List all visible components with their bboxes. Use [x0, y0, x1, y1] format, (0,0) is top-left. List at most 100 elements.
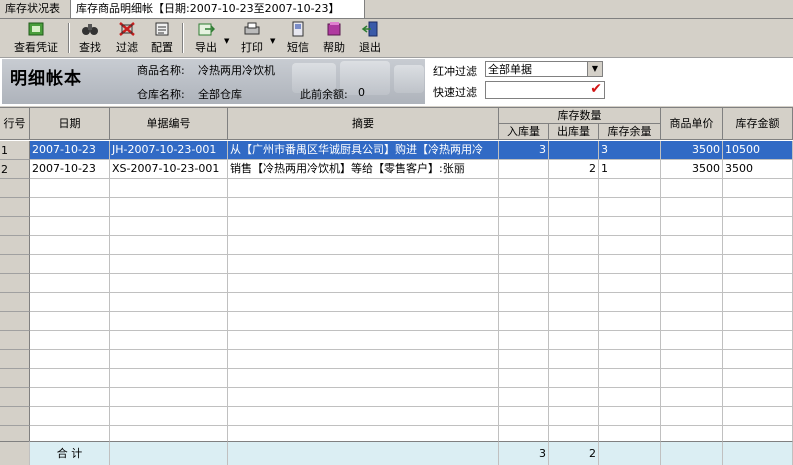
empty-cell[interactable] [30, 407, 110, 426]
empty-cell[interactable] [661, 179, 723, 198]
empty-cell[interactable] [228, 388, 499, 407]
empty-cell[interactable] [723, 236, 793, 255]
empty-cell[interactable] [723, 255, 793, 274]
empty-cell[interactable] [499, 369, 549, 388]
table-cell-in[interactable] [499, 160, 549, 179]
empty-cell[interactable] [110, 274, 228, 293]
column-header-summary[interactable]: 摘要 [228, 108, 499, 140]
empty-cell[interactable] [723, 274, 793, 293]
empty-cell[interactable] [599, 293, 661, 312]
empty-cell[interactable] [30, 369, 110, 388]
empty-cell[interactable] [599, 255, 661, 274]
table-cell-remain[interactable]: 3 [599, 141, 661, 160]
empty-cell[interactable] [723, 350, 793, 369]
sms-button[interactable]: 短信 [284, 21, 312, 55]
table-cell-date[interactable]: 2007-10-23 [30, 141, 110, 160]
row-header[interactable] [0, 331, 30, 350]
empty-cell[interactable] [549, 255, 599, 274]
chevron-down-icon[interactable]: ▼ [587, 62, 602, 76]
row-header[interactable] [0, 255, 30, 274]
empty-cell[interactable] [723, 369, 793, 388]
empty-cell[interactable] [228, 255, 499, 274]
empty-cell[interactable] [661, 407, 723, 426]
empty-cell[interactable] [228, 331, 499, 350]
empty-cell[interactable] [723, 217, 793, 236]
empty-cell[interactable] [499, 179, 549, 198]
empty-cell[interactable] [110, 179, 228, 198]
empty-cell[interactable] [661, 331, 723, 350]
empty-cell[interactable] [661, 369, 723, 388]
empty-cell[interactable] [228, 198, 499, 217]
config-button[interactable]: 配置 [148, 21, 176, 55]
empty-cell[interactable] [599, 407, 661, 426]
table-cell-date[interactable]: 2007-10-23 [30, 160, 110, 179]
empty-cell[interactable] [110, 388, 228, 407]
empty-cell[interactable] [549, 331, 599, 350]
empty-cell[interactable] [110, 331, 228, 350]
find-button[interactable]: 查找 [76, 21, 104, 55]
empty-cell[interactable] [228, 293, 499, 312]
table-cell-in[interactable]: 3 [499, 141, 549, 160]
empty-cell[interactable] [549, 179, 599, 198]
empty-cell[interactable] [499, 331, 549, 350]
quick-filter-input[interactable]: ✔ [485, 81, 605, 99]
empty-cell[interactable] [228, 179, 499, 198]
column-header-in[interactable]: 入库量 [499, 124, 549, 140]
row-header[interactable] [0, 312, 30, 331]
empty-cell[interactable] [228, 407, 499, 426]
empty-cell[interactable] [30, 179, 110, 198]
export-button[interactable]: 导出 ▼ [190, 21, 229, 55]
empty-cell[interactable] [723, 388, 793, 407]
empty-cell[interactable] [661, 388, 723, 407]
empty-cell[interactable] [599, 369, 661, 388]
table-cell-out[interactable] [549, 141, 599, 160]
row-header[interactable] [0, 388, 30, 407]
row-header[interactable] [0, 274, 30, 293]
empty-cell[interactable] [30, 236, 110, 255]
empty-cell[interactable] [499, 198, 549, 217]
empty-cell[interactable] [723, 312, 793, 331]
row-header[interactable] [0, 350, 30, 369]
table-cell-docno[interactable]: XS-2007-10-23-001 [110, 160, 228, 179]
empty-cell[interactable] [549, 198, 599, 217]
empty-cell[interactable] [110, 255, 228, 274]
empty-cell[interactable] [599, 350, 661, 369]
empty-cell[interactable] [228, 274, 499, 293]
tab-stock-ledger[interactable]: 库存商品明细帐【日期:2007-10-23至2007-10-23】 [70, 0, 365, 18]
column-header-row[interactable]: 行号 [0, 108, 30, 140]
empty-cell[interactable] [499, 407, 549, 426]
table-cell-remain[interactable]: 1 [599, 160, 661, 179]
empty-cell[interactable] [499, 217, 549, 236]
empty-cell[interactable] [30, 274, 110, 293]
empty-cell[interactable] [723, 198, 793, 217]
exit-button[interactable]: 退出 [356, 21, 384, 55]
empty-cell[interactable] [549, 407, 599, 426]
empty-cell[interactable] [723, 293, 793, 312]
empty-cell[interactable] [30, 312, 110, 331]
column-header-date[interactable]: 日期 [30, 108, 110, 140]
table-cell-out[interactable]: 2 [549, 160, 599, 179]
empty-cell[interactable] [499, 388, 549, 407]
table-cell-price[interactable]: 3500 [661, 141, 723, 160]
empty-cell[interactable] [30, 255, 110, 274]
empty-cell[interactable] [110, 369, 228, 388]
empty-cell[interactable] [499, 312, 549, 331]
empty-cell[interactable] [599, 217, 661, 236]
empty-cell[interactable] [661, 217, 723, 236]
filter-button[interactable]: 过滤 [113, 21, 141, 55]
empty-cell[interactable] [549, 217, 599, 236]
empty-cell[interactable] [110, 198, 228, 217]
column-header-price[interactable]: 商品单价 [661, 108, 723, 140]
empty-cell[interactable] [549, 274, 599, 293]
empty-cell[interactable] [499, 236, 549, 255]
empty-cell[interactable] [549, 236, 599, 255]
print-dropdown-icon[interactable]: ▼ [270, 37, 275, 45]
empty-cell[interactable] [661, 312, 723, 331]
empty-cell[interactable] [30, 388, 110, 407]
empty-cell[interactable] [549, 369, 599, 388]
row-header[interactable]: 1 [0, 141, 30, 160]
empty-cell[interactable] [228, 312, 499, 331]
empty-cell[interactable] [661, 274, 723, 293]
empty-cell[interactable] [110, 236, 228, 255]
empty-cell[interactable] [499, 350, 549, 369]
